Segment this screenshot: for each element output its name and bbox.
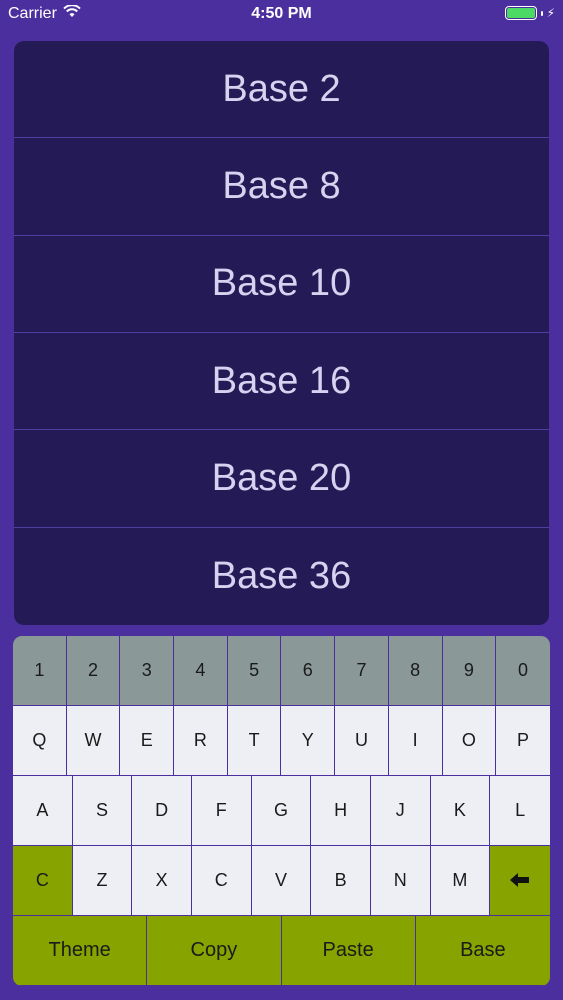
key-t[interactable]: T (227, 706, 282, 776)
keyboard: 1 2 3 4 5 6 7 8 9 0 Q W E R T Y U I O P … (13, 636, 550, 986)
base-label: Base 36 (211, 554, 352, 597)
battery-cap (540, 10, 543, 16)
key-h[interactable]: H (311, 776, 371, 846)
asdf-row: A S D F G H J K L (13, 776, 550, 846)
key-c[interactable]: C (191, 846, 252, 916)
key-s[interactable]: S (72, 776, 133, 846)
key-e[interactable]: E (120, 706, 175, 776)
key-7[interactable]: 7 (335, 636, 389, 706)
backspace-arrow-icon (510, 868, 530, 894)
function-row: Theme Copy Paste Base (13, 916, 550, 986)
key-3[interactable]: 3 (120, 636, 175, 706)
key-6[interactable]: 6 (281, 636, 336, 706)
key-b[interactable]: B (311, 846, 371, 916)
key-w[interactable]: W (66, 706, 121, 776)
key-g[interactable]: G (251, 776, 312, 846)
key-d[interactable]: D (132, 776, 192, 846)
key-p[interactable]: P (496, 706, 550, 776)
key-1[interactable]: 1 (13, 636, 67, 706)
base-row-8[interactable]: Base 8 (14, 138, 549, 236)
key-l[interactable]: L (490, 776, 550, 846)
key-x[interactable]: X (132, 846, 192, 916)
key-n[interactable]: N (370, 846, 431, 916)
base-row-10[interactable]: Base 10 (14, 236, 549, 333)
key-5[interactable]: 5 (227, 636, 282, 706)
key-i[interactable]: I (388, 706, 443, 776)
key-r[interactable]: R (174, 706, 228, 776)
key-y[interactable]: Y (281, 706, 336, 776)
number-row: 1 2 3 4 5 6 7 8 9 0 (13, 636, 550, 706)
status-time: 4:50 PM (251, 5, 312, 22)
base-list: Base 2 Base 8 Base 10 Base 16 Base 20 Ba… (14, 41, 549, 625)
key-o[interactable]: O (442, 706, 497, 776)
key-z[interactable]: Z (72, 846, 133, 916)
key-8[interactable]: 8 (388, 636, 443, 706)
base-label: Base 10 (211, 262, 352, 305)
key-k[interactable]: K (430, 776, 491, 846)
backspace-key[interactable] (490, 846, 550, 916)
key-m[interactable]: M (430, 846, 491, 916)
theme-button[interactable]: Theme (13, 916, 148, 986)
status-right: ⚡ (504, 6, 555, 20)
key-4[interactable]: 4 (174, 636, 228, 706)
key-0[interactable]: 0 (496, 636, 550, 706)
key-v[interactable]: V (251, 846, 312, 916)
paste-button[interactable]: Paste (281, 916, 416, 986)
key-u[interactable]: U (335, 706, 389, 776)
key-2[interactable]: 2 (66, 636, 121, 706)
base-label: Base 16 (211, 359, 352, 402)
battery-icon (504, 6, 537, 20)
base-row-2[interactable]: Base 2 (14, 41, 549, 139)
key-9[interactable]: 9 (442, 636, 497, 706)
key-q[interactable]: Q (13, 706, 67, 776)
base-label: Base 2 (222, 67, 341, 110)
charging-bolt-icon: ⚡ (546, 6, 555, 20)
base-button[interactable]: Base (415, 916, 550, 986)
key-f[interactable]: F (191, 776, 252, 846)
key-j[interactable]: J (370, 776, 431, 846)
copy-button[interactable]: Copy (147, 916, 282, 986)
qwerty-row: Q W E R T Y U I O P (13, 706, 550, 776)
base-row-36[interactable]: Base 36 (14, 528, 549, 625)
status-bar: Carrier 4:50 PM ⚡ (0, 0, 563, 30)
clear-key[interactable]: C (13, 846, 73, 916)
key-a[interactable]: A (13, 776, 73, 846)
zxcv-row: C Z X C V B N M (13, 846, 550, 916)
base-label: Base 20 (211, 456, 352, 499)
base-row-20[interactable]: Base 20 (14, 430, 549, 528)
base-row-16[interactable]: Base 16 (14, 333, 549, 431)
base-label: Base 8 (222, 164, 341, 207)
